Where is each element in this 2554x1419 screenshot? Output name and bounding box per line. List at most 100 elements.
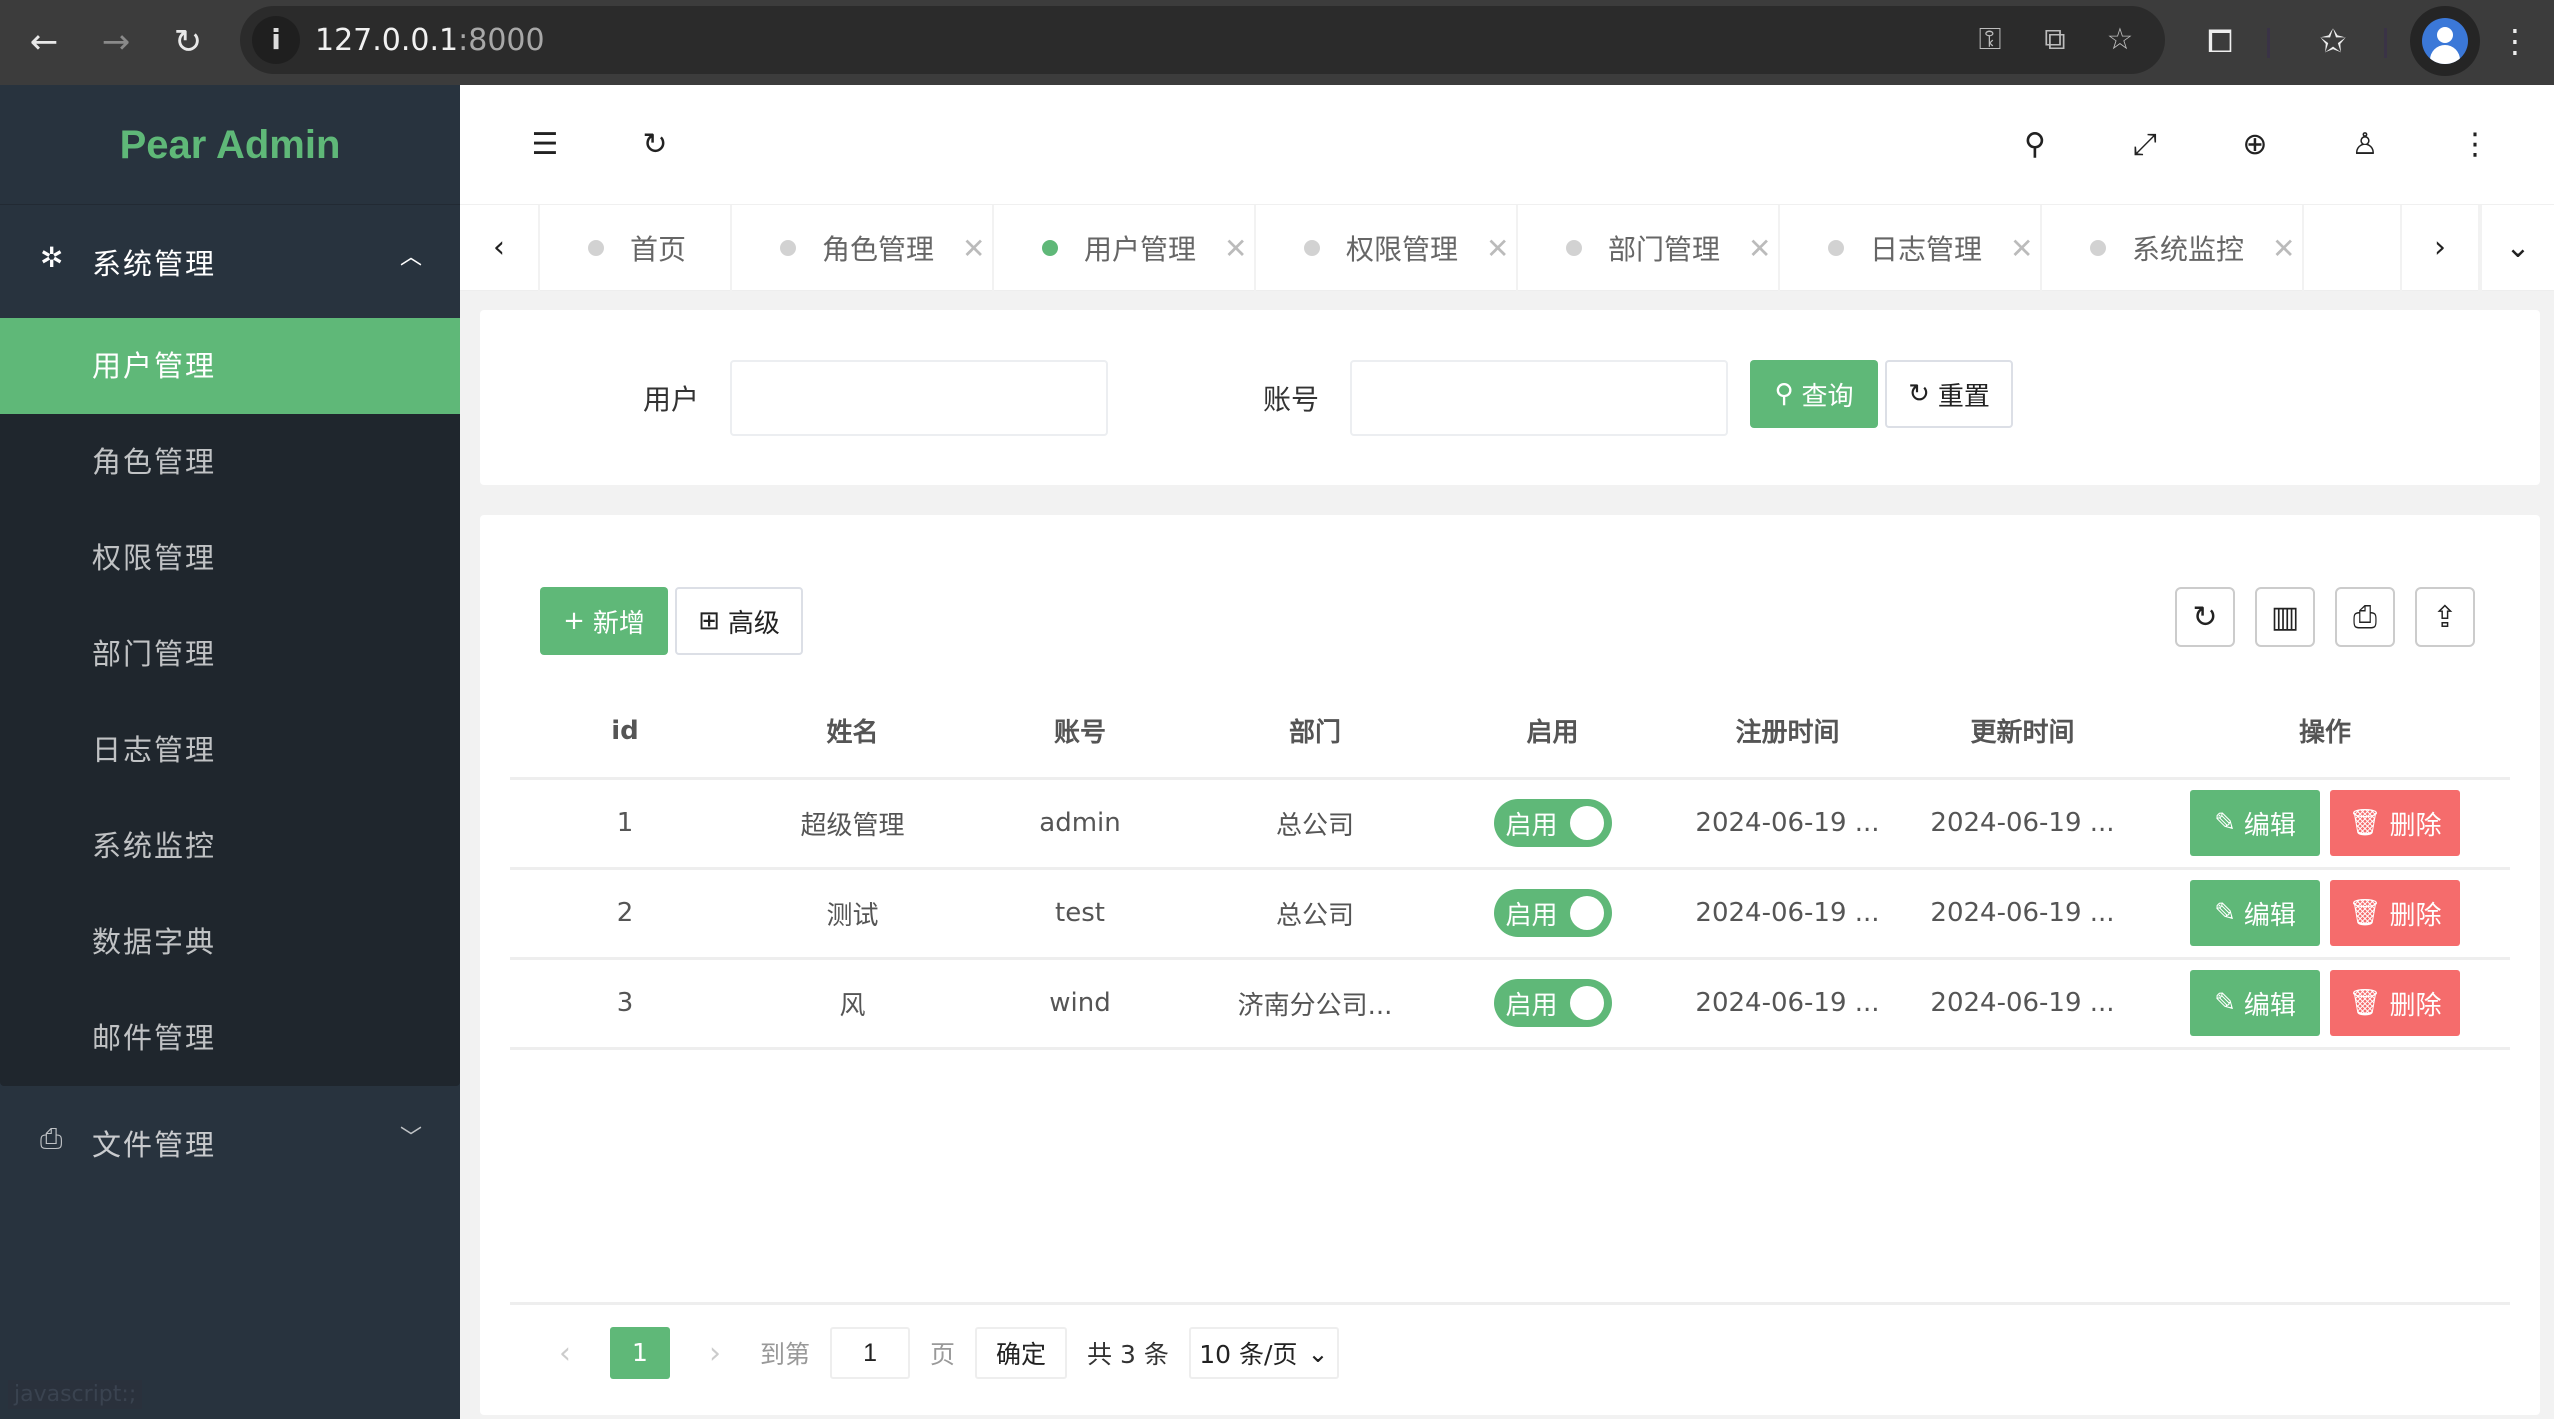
reset-button[interactable]: ↻ 重置 <box>1885 360 2013 428</box>
sidebar-submenu: 用户管理 角色管理 权限管理 部门管理 日志管理 系统监控 数据字典 邮件管理 <box>0 318 460 1086</box>
tab-dropdown-icon[interactable]: ⌄ <box>2480 205 2554 291</box>
delete-button[interactable]: 🗑 删除 <box>2330 970 2460 1036</box>
column-header[interactable]: 账号 <box>965 685 1195 780</box>
status-bar-link-hint: javascript:; <box>8 1380 143 1409</box>
tab-departments[interactable]: 部门管理 ✕ <box>1518 205 1780 291</box>
close-icon[interactable]: ✕ <box>1486 232 1509 265</box>
logo[interactable]: Pear Admin <box>0 85 460 205</box>
next-page-icon[interactable]: › <box>690 1336 740 1371</box>
edit-button[interactable]: ✎ 编辑 <box>2190 790 2320 856</box>
sidebar-item-logs[interactable]: 日志管理 <box>0 702 460 798</box>
back-icon[interactable]: ← <box>24 22 64 62</box>
cell-updated: 2024-06-19 ... <box>1905 868 2140 960</box>
account-input[interactable] <box>1350 360 1728 436</box>
chevron-down-icon: ⌄ <box>1307 1338 1329 1368</box>
sidebar-item-roles[interactable]: 角色管理 <box>0 414 460 510</box>
fullscreen-icon[interactable]: ⤢ <box>2125 125 2165 165</box>
forward-icon[interactable]: → <box>96 22 136 62</box>
tab-users[interactable]: 用户管理 ✕ <box>994 205 1256 291</box>
cell-updated: 2024-06-19 ... <box>1905 958 2140 1050</box>
cell-id: 3 <box>510 958 740 1050</box>
goto-label: 到第 <box>760 1340 811 1369</box>
sidebar-item-permissions[interactable]: 权限管理 <box>0 510 460 606</box>
bookmark-star-icon[interactable]: ☆ <box>2100 20 2140 60</box>
cell-account: admin <box>965 778 1195 870</box>
sidebar-group-files[interactable]: ⎙ 文件管理 ﹀ <box>0 1086 460 1199</box>
sidebar-item-monitor[interactable]: 系统监控 <box>0 798 460 894</box>
sidebar: Pear Admin ✲ 系统管理 ︿ 用户管理 角色管理 权限管理 部门管理 … <box>0 85 460 1419</box>
enabled-toggle[interactable]: 启用 <box>1493 979 1612 1027</box>
reload-icon[interactable]: ↻ <box>168 22 208 62</box>
sidebar-item-mail[interactable]: 邮件管理 <box>0 990 460 1086</box>
column-header[interactable]: 部门 <box>1195 685 1435 780</box>
close-icon[interactable]: ✕ <box>1748 232 1771 265</box>
table-refresh-button[interactable]: ↻ <box>2175 587 2235 647</box>
tab-permissions[interactable]: 权限管理 ✕ <box>1256 205 1518 291</box>
sidebar-item-users[interactable]: 用户管理 <box>0 318 460 414</box>
query-button[interactable]: ⚲ 查询 <box>1750 360 1878 428</box>
edit-button[interactable]: ✎ 编辑 <box>2190 970 2320 1036</box>
enabled-toggle[interactable]: 启用 <box>1493 889 1612 937</box>
refresh-icon[interactable]: ↻ <box>635 125 675 165</box>
page-size-select[interactable]: 10 条/页 ⌄ <box>1188 1327 1339 1379</box>
tab-home[interactable]: 首页 <box>540 205 732 291</box>
column-header[interactable]: 注册时间 <box>1670 685 1905 780</box>
search-icon[interactable]: ⚲ <box>2015 125 2055 165</box>
close-icon[interactable]: ✕ <box>962 232 985 265</box>
close-icon[interactable]: ✕ <box>1224 232 1247 265</box>
total-count: 共 3 条 <box>1087 1340 1169 1369</box>
goto-confirm-button[interactable]: 确定 <box>975 1327 1068 1379</box>
extensions-icon[interactable]: ⧠ <box>2197 18 2243 64</box>
globe-icon[interactable]: ⊕ <box>2235 125 2275 165</box>
edit-icon: ✎ <box>2214 988 2236 1018</box>
top-header: ☰ ↻ ⚲ ⤢ ⊕ ♙ ⋮ <box>460 85 2554 205</box>
reading-list-icon[interactable]: ✩ <box>2310 18 2356 64</box>
goto-page-input[interactable] <box>830 1327 911 1379</box>
delete-button[interactable]: 🗑 删除 <box>2330 790 2460 856</box>
more-icon[interactable]: ⋮ <box>2455 125 2495 165</box>
tab-scroll-right-icon[interactable]: › <box>2400 205 2480 291</box>
add-button[interactable]: + 新增 <box>540 587 668 655</box>
tab-roles[interactable]: 角色管理 ✕ <box>732 205 994 291</box>
cell-dept: 总公司 <box>1195 868 1435 960</box>
table-export-button[interactable]: ⇪ <box>2415 587 2475 647</box>
page-1-button[interactable]: 1 <box>610 1327 670 1379</box>
refresh-icon: ↻ <box>1908 379 1930 409</box>
profile-avatar-icon[interactable] <box>2410 6 2480 76</box>
table-print-button[interactable]: ⎙ <box>2335 587 2395 647</box>
sidebar-item-dictionary[interactable]: 数据字典 <box>0 894 460 990</box>
cell-name: 风 <box>740 958 965 1050</box>
enabled-toggle[interactable]: 启用 <box>1493 799 1612 847</box>
prev-page-icon[interactable]: ‹ <box>540 1336 590 1371</box>
tab-scroll-left-icon[interactable]: ‹ <box>460 205 540 291</box>
translate-icon[interactable]: ⧉ <box>2035 20 2075 60</box>
column-header: 操作 <box>2140 685 2510 780</box>
column-header[interactable]: id <box>510 685 740 780</box>
advanced-button[interactable]: ⊞ 高级 <box>675 587 803 655</box>
site-info-icon[interactable]: i <box>252 16 300 64</box>
column-header[interactable]: 姓名 <box>740 685 965 780</box>
address-bar[interactable]: i 127.0.0.1:8000 ⚿ ⧉ ☆ <box>240 6 2165 74</box>
cell-actions: ✎ 编辑 🗑 删除 <box>2140 778 2510 870</box>
sidebar-group-system[interactable]: ✲ 系统管理 ︿ <box>0 205 460 318</box>
collapse-menu-icon[interactable]: ☰ <box>525 125 565 165</box>
column-header[interactable]: 更新时间 <box>1905 685 2140 780</box>
tab-monitor[interactable]: 系统监控 ✕ <box>2042 205 2304 291</box>
user-icon[interactable]: ♙ <box>2345 125 2385 165</box>
url-text[interactable]: 127.0.0.1:8000 <box>315 23 545 58</box>
column-header[interactable]: 启用 <box>1435 685 1670 780</box>
close-icon[interactable]: ✕ <box>2272 232 2295 265</box>
cell-dept: 济南分公司... <box>1195 958 1435 1050</box>
user-input[interactable] <box>730 360 1108 436</box>
cell-name: 测试 <box>740 868 965 960</box>
sidebar-item-departments[interactable]: 部门管理 <box>0 606 460 702</box>
tab-logs[interactable]: 日志管理 ✕ <box>1780 205 2042 291</box>
delete-button[interactable]: 🗑 删除 <box>2330 880 2460 946</box>
close-icon[interactable]: ✕ <box>2010 232 2033 265</box>
password-key-icon[interactable]: ⚿ <box>1970 20 2010 60</box>
table-columns-button[interactable]: ▥ <box>2255 587 2315 647</box>
menu-kebab-icon[interactable]: ⋮ <box>2492 18 2538 64</box>
cell-enabled: 启用 <box>1435 778 1670 870</box>
trash-icon: 🗑 <box>2348 808 2382 838</box>
edit-button[interactable]: ✎ 编辑 <box>2190 880 2320 946</box>
